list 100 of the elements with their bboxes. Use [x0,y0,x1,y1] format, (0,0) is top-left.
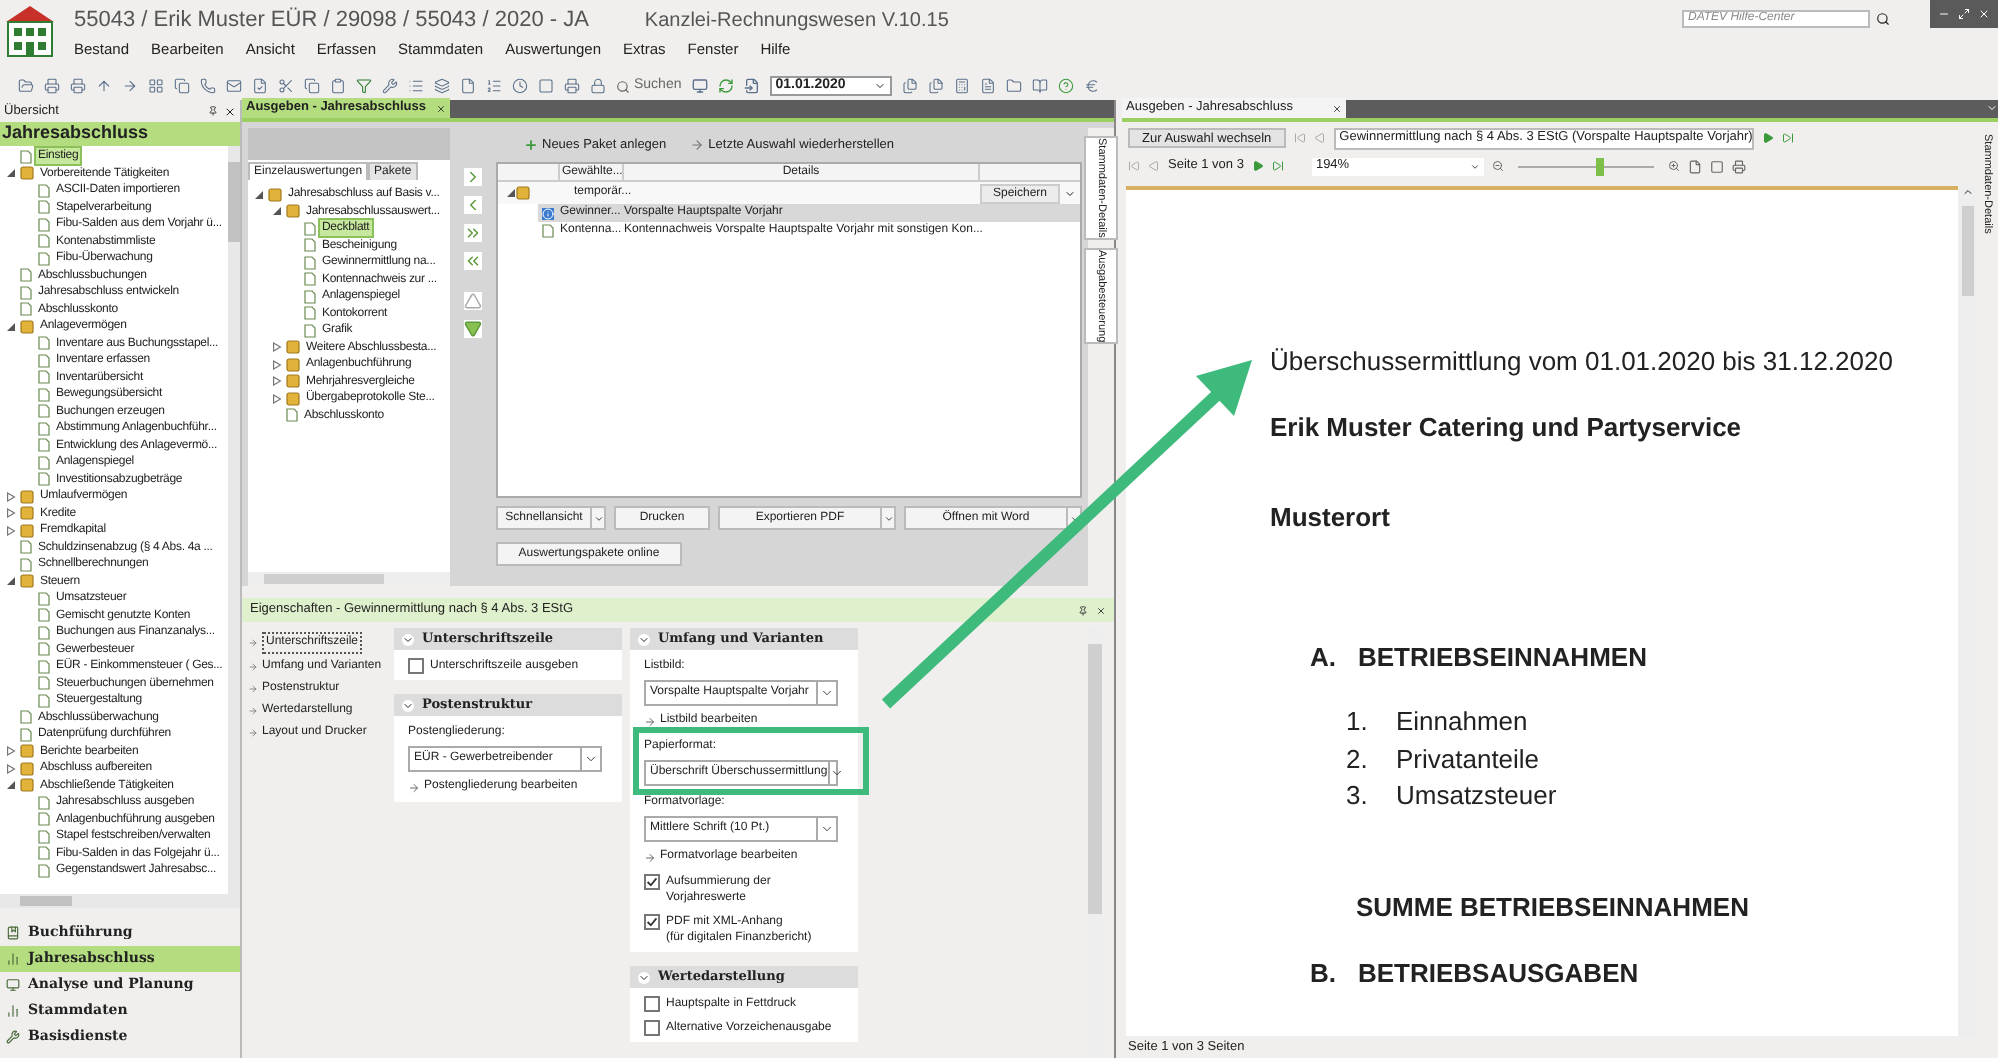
play-back-icon[interactable] [1148,160,1160,172]
checkbox[interactable] [644,1020,660,1036]
checkbox[interactable] [644,996,660,1012]
zoom-out-icon[interactable] [1491,160,1504,172]
section-letter: A. [1310,642,1338,672]
arrow-right-icon[interactable] [122,78,138,94]
double-chevron-left-icon[interactable] [463,252,482,270]
chevron-right-icon[interactable] [463,168,482,186]
checkbox[interactable] [408,658,424,674]
bar-chart-icon [6,1004,20,1018]
close-icon[interactable] [224,105,236,117]
collapsed-arrow-icon[interactable] [271,376,281,387]
printer-icon[interactable] [70,78,86,94]
arrow-right-icon [248,638,258,648]
building-logo-icon [4,2,56,58]
phone-icon[interactable] [200,78,216,94]
arrow-up-icon[interactable] [96,78,112,94]
expanded-arrow-icon[interactable] [5,780,15,791]
list-icon[interactable] [408,78,424,94]
double-chevron-right-icon[interactable] [463,224,482,242]
collapsed-arrow-icon[interactable] [271,342,281,353]
item-number: 1. [1346,706,1370,736]
expanded-arrow-icon[interactable] [506,188,516,198]
file-check-icon[interactable] [252,78,268,94]
scroll-up-icon[interactable] [1961,186,1973,198]
pin-icon[interactable] [208,106,218,116]
folder-icon [20,574,34,589]
lock-icon[interactable] [590,78,606,94]
collapsed-arrow-icon[interactable] [271,359,281,370]
checkbox[interactable] [644,874,660,890]
play-icon[interactable] [1761,132,1774,144]
arrow-right-icon [644,851,656,863]
printer-icon[interactable] [564,78,580,94]
collapsed-arrow-icon[interactable] [5,746,15,757]
copy-icon[interactable] [174,78,190,94]
collapse-icon[interactable] [638,633,650,645]
numbered-list-icon[interactable] [486,78,502,94]
folder-icon[interactable] [1005,78,1022,94]
files-icon[interactable] [901,78,918,94]
file-icon[interactable] [460,78,476,94]
chevron-left-icon[interactable] [463,196,482,214]
skip-forward-icon[interactable] [1271,160,1284,172]
skip-back-icon[interactable] [1293,132,1306,144]
collapsed-arrow-icon[interactable] [5,525,15,536]
help-icon[interactable] [1057,78,1074,94]
plus-icon [524,138,538,152]
expanded-arrow-icon[interactable] [5,576,15,587]
horizontal-scrollbar[interactable] [0,894,240,908]
expanded-arrow-icon[interactable] [253,189,263,200]
printer-icon[interactable] [44,78,60,94]
expanded-arrow-icon[interactable] [5,321,15,332]
layers-icon[interactable] [434,78,450,94]
document-icon[interactable] [979,78,996,94]
collapsed-arrow-icon[interactable] [5,491,15,502]
minimize-icon[interactable] [1938,8,1950,20]
skip-back-icon[interactable] [1128,160,1140,172]
search-icon [616,79,630,93]
euro-icon[interactable] [1083,78,1100,94]
clipboard-icon[interactable] [330,78,346,94]
collapse-icon[interactable] [402,699,414,711]
triangle-up-icon[interactable] [463,292,482,310]
zoom-slider-thumb[interactable] [1595,157,1604,175]
copy-icon[interactable] [304,78,320,94]
page-icon[interactable] [1687,159,1702,173]
monitor-icon[interactable] [691,78,708,94]
tree-filter-icon[interactable] [356,78,372,94]
collapsed-arrow-icon[interactable] [5,508,15,519]
folder-open-icon[interactable] [18,78,34,94]
play-back-icon[interactable] [1313,132,1326,144]
book-icon[interactable] [1031,78,1048,94]
pin-icon[interactable] [1078,605,1088,615]
chevron-down-icon [584,752,598,766]
vertical-scrollbar[interactable] [228,146,240,894]
collapsed-arrow-icon[interactable] [5,763,15,774]
triangle-down-icon[interactable] [463,320,482,338]
collapse-icon[interactable] [402,633,414,645]
expanded-arrow-icon[interactable] [271,206,281,217]
files-icon[interactable] [927,78,944,94]
square-icon[interactable] [1709,159,1724,173]
file-input-icon[interactable] [743,78,760,94]
calculator-icon[interactable] [953,78,970,94]
square-icon[interactable] [538,78,554,94]
envelope-icon[interactable] [226,78,242,94]
skip-forward-icon[interactable] [1781,132,1794,144]
refresh-icon[interactable] [717,78,734,94]
collapsed-arrow-icon[interactable] [271,393,281,404]
wrench-icon[interactable] [382,78,398,94]
play-icon[interactable] [1251,160,1264,172]
zoom-in-icon[interactable] [1667,160,1680,172]
grid-icon[interactable] [148,78,164,94]
expanded-arrow-icon[interactable] [5,168,15,179]
horizontal-scrollbar[interactable] [248,572,450,586]
search-icon[interactable] [1876,12,1890,26]
printer-icon[interactable] [1731,159,1746,173]
checkbox[interactable] [644,914,660,930]
collapse-icon[interactable] [638,971,650,983]
clock-icon[interactable] [512,78,528,94]
company-name: Erik Muster Catering und Partyservice [1270,412,1744,442]
section-header: Jahresabschluss [0,122,240,146]
scissors-icon[interactable] [278,78,294,94]
